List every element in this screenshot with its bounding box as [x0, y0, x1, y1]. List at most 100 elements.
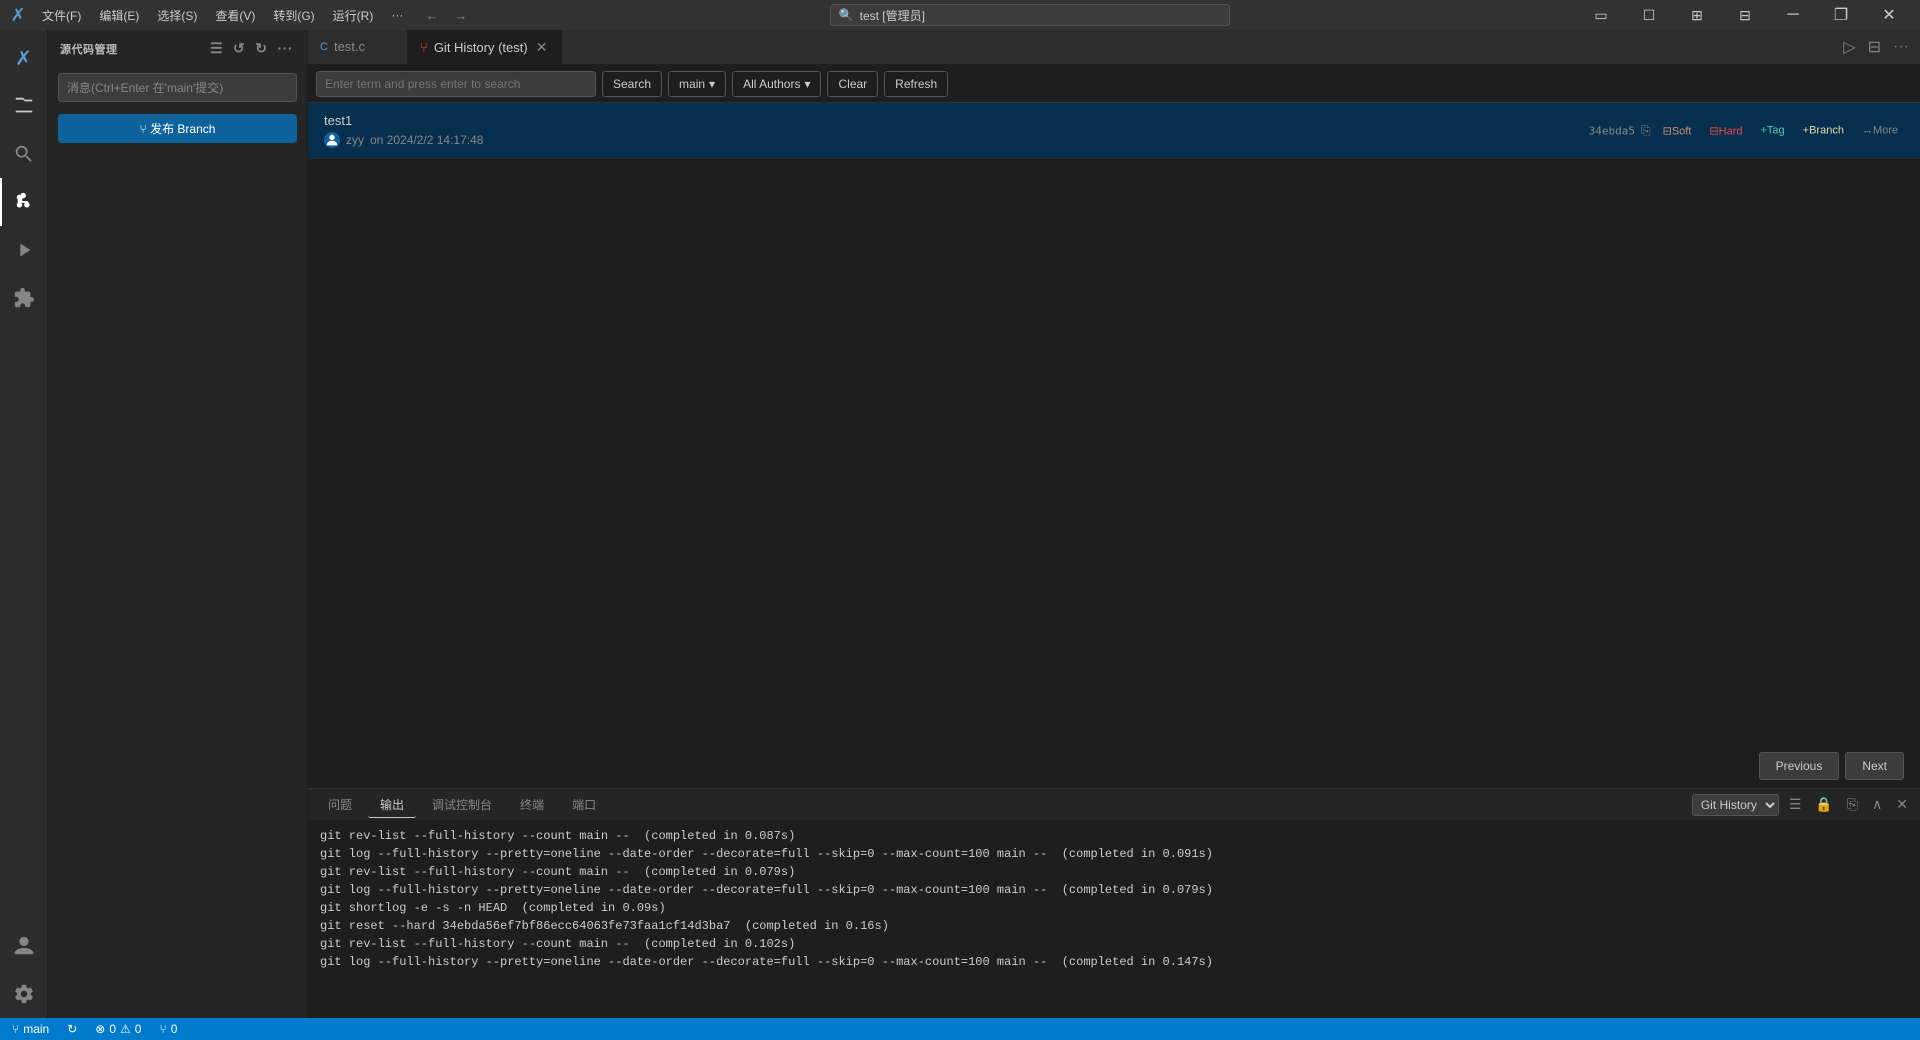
- add-branch-button[interactable]: +Branch: [1797, 123, 1850, 139]
- menu-select[interactable]: 选择(S): [149, 5, 205, 26]
- terminal-tabs: 问题 输出 调试控制台 终端 端口 Git History ☰ 🔒 ⎘ ∧ ✕: [308, 789, 1920, 821]
- tab-git-history[interactable]: ⑂ Git History (test) ✕: [408, 30, 562, 64]
- terminal-panel: 问题 输出 调试控制台 终端 端口 Git History ☰ 🔒 ⎘ ∧ ✕: [308, 788, 1920, 1018]
- git-search-button[interactable]: Search: [602, 71, 662, 97]
- fork-count: 0: [171, 1022, 178, 1036]
- menu-run[interactable]: 运行(R): [325, 5, 382, 26]
- sidebar-header-icons: ☰ ↺ ↻ ···: [208, 38, 295, 59]
- terminal-copy-icon[interactable]: ⎘: [1843, 794, 1862, 815]
- menu-edit[interactable]: 编辑(E): [91, 5, 147, 26]
- terminal-line-4: git log --full-history --pretty=oneline …: [320, 881, 1908, 899]
- warning-icon: ⚠: [120, 1022, 131, 1036]
- back-button[interactable]: ←: [419, 6, 444, 25]
- menu-view[interactable]: 查看(V): [207, 5, 263, 26]
- forward-button[interactable]: →: [448, 6, 473, 25]
- activity-item-settings[interactable]: [0, 970, 48, 1018]
- git-search-input[interactable]: [316, 71, 596, 97]
- maximize-button[interactable]: ❐: [1818, 0, 1864, 30]
- menu-goto[interactable]: 转到(G): [265, 5, 322, 26]
- terminal-line-3: git rev-list --full-history --count main…: [320, 863, 1908, 881]
- git-clear-button[interactable]: Clear: [827, 71, 878, 97]
- sidebar: 源代码管理 ☰ ↺ ↻ ··· 消息(Ctrl+Enter 在'main'提交)…: [48, 30, 308, 1018]
- branch-label: main: [23, 1022, 49, 1036]
- commit-avatar: [324, 132, 340, 148]
- split-editor-button[interactable]: ⊟: [1865, 34, 1884, 60]
- vscode-icon: ✗: [8, 5, 28, 25]
- status-errors[interactable]: ⊗ 0 ⚠ 0: [91, 1022, 145, 1036]
- error-count: 0: [109, 1022, 116, 1036]
- git-authors-dropdown[interactable]: All Authors ▾: [732, 71, 821, 97]
- tab-git-history-close[interactable]: ✕: [534, 38, 550, 57]
- main-layout: ✗ 源代码管理 ☰ ↺: [0, 30, 1920, 1018]
- panel-toggle-button[interactable]: ☐: [1626, 0, 1672, 30]
- terminal-tab-terminal[interactable]: 终端: [508, 792, 556, 818]
- tab-test-c-label: test.c: [334, 39, 365, 54]
- activity-item-source-control[interactable]: [0, 178, 48, 226]
- publish-branch-button[interactable]: ⑂ 发布 Branch: [58, 114, 297, 143]
- git-refresh-button[interactable]: Refresh: [884, 71, 948, 97]
- sidebar-list-icon[interactable]: ☰: [208, 38, 225, 59]
- terminal-lock-icon[interactable]: 🔒: [1811, 794, 1836, 815]
- minimize-button[interactable]: ─: [1770, 0, 1816, 30]
- close-button[interactable]: ✕: [1866, 0, 1912, 30]
- git-branch-dropdown[interactable]: main ▾: [668, 71, 726, 97]
- terminal-line-1: git rev-list --full-history --count main…: [320, 827, 1908, 845]
- terminal-tab-output[interactable]: 输出: [368, 792, 416, 818]
- tab-test-c[interactable]: C test.c: [308, 30, 408, 64]
- hard-reset-button[interactable]: ⊟Hard: [1703, 122, 1748, 139]
- sidebar-toggle-button[interactable]: ▭: [1578, 0, 1624, 30]
- titlebar-menus: 文件(F) 编辑(E) 选择(S) 查看(V) 转到(G) 运行(R) ···: [34, 5, 411, 26]
- layout-button[interactable]: ⊞: [1674, 0, 1720, 30]
- sidebar-undo-icon[interactable]: ↺: [231, 38, 247, 59]
- copy-hash-icon[interactable]: ⎘: [1641, 123, 1651, 138]
- menu-file[interactable]: 文件(F): [34, 5, 89, 26]
- tab-test-c-icon: C: [320, 41, 328, 53]
- status-sync[interactable]: ↻: [63, 1022, 81, 1036]
- activity-item-account[interactable]: [0, 922, 48, 970]
- terminal-close-icon[interactable]: ✕: [1892, 794, 1912, 815]
- chevron-down-icon: ▾: [709, 77, 715, 91]
- sidebar-input-area: 消息(Ctrl+Enter 在'main'提交): [48, 67, 307, 108]
- commit-item[interactable]: test1 zyy on 2024/2/2 14:17:48 34ebda5 ⎘…: [308, 103, 1920, 159]
- more-actions-button[interactable]: ···: [1890, 35, 1912, 59]
- sidebar-header: 源代码管理 ☰ ↺ ↻ ···: [48, 30, 307, 67]
- next-button[interactable]: Next: [1845, 752, 1904, 780]
- tab-git-history-icon: ⑂: [420, 40, 428, 55]
- terminal-tab-debug[interactable]: 调试控制台: [420, 792, 504, 818]
- status-fork[interactable]: ⑂ 0: [155, 1022, 181, 1036]
- commit-hash: 34ebda5: [1589, 124, 1635, 137]
- commit-list: test1 zyy on 2024/2/2 14:17:48 34ebda5 ⎘…: [308, 103, 1920, 788]
- activity-item-extensions[interactable]: [0, 274, 48, 322]
- menu-more[interactable]: ···: [383, 6, 411, 24]
- more-actions-commit-button[interactable]: ↔More: [1856, 123, 1904, 139]
- terminal-line-2: git log --full-history --pretty=oneline …: [320, 845, 1908, 863]
- add-tag-button[interactable]: +Tag: [1754, 123, 1790, 139]
- titlebar-search: 🔍 test [管理员]: [481, 4, 1578, 26]
- soft-reset-button[interactable]: ⊟Soft: [1657, 122, 1698, 139]
- error-icon: ⊗: [95, 1022, 105, 1036]
- run-action-button[interactable]: ▷: [1840, 34, 1858, 60]
- terminal-output-dropdown[interactable]: Git History: [1692, 794, 1779, 816]
- terminal-collapse-icon[interactable]: ∧: [1868, 794, 1886, 815]
- activity-item-explorer[interactable]: [0, 82, 48, 130]
- tab-bar: C test.c ⑂ Git History (test) ✕ ▷ ⊟ ···: [308, 30, 1920, 65]
- git-history-panel: Search main ▾ All Authors ▾ Clear Refres…: [308, 65, 1920, 788]
- sync-icon: ↻: [67, 1022, 77, 1036]
- activity-item-vscode[interactable]: ✗: [0, 34, 48, 82]
- terminal-tab-problems[interactable]: 问题: [316, 792, 364, 818]
- titlebar-search-box[interactable]: 🔍 test [管理员]: [830, 4, 1230, 26]
- terminal-list-icon[interactable]: ☰: [1785, 794, 1806, 815]
- activity-item-search[interactable]: [0, 130, 48, 178]
- terminal-line-8: git log --full-history --pretty=oneline …: [320, 953, 1908, 971]
- sidebar-refresh-icon[interactable]: ↻: [253, 38, 269, 59]
- titlebar-controls: ▭ ☐ ⊞ ⊟ ─ ❐ ✕: [1578, 0, 1912, 30]
- commit-message-input[interactable]: 消息(Ctrl+Enter 在'main'提交): [58, 73, 297, 102]
- sidebar-more-icon[interactable]: ···: [276, 38, 296, 59]
- customize-layout-button[interactable]: ⊟: [1722, 0, 1768, 30]
- terminal-tab-ports[interactable]: 端口: [560, 792, 608, 818]
- git-toolbar: Search main ▾ All Authors ▾ Clear Refres…: [308, 65, 1920, 103]
- editor-area: C test.c ⑂ Git History (test) ✕ ▷ ⊟ ··· …: [308, 30, 1920, 1018]
- activity-item-run[interactable]: [0, 226, 48, 274]
- status-branch[interactable]: ⑂ main: [8, 1022, 53, 1036]
- previous-button[interactable]: Previous: [1759, 752, 1840, 780]
